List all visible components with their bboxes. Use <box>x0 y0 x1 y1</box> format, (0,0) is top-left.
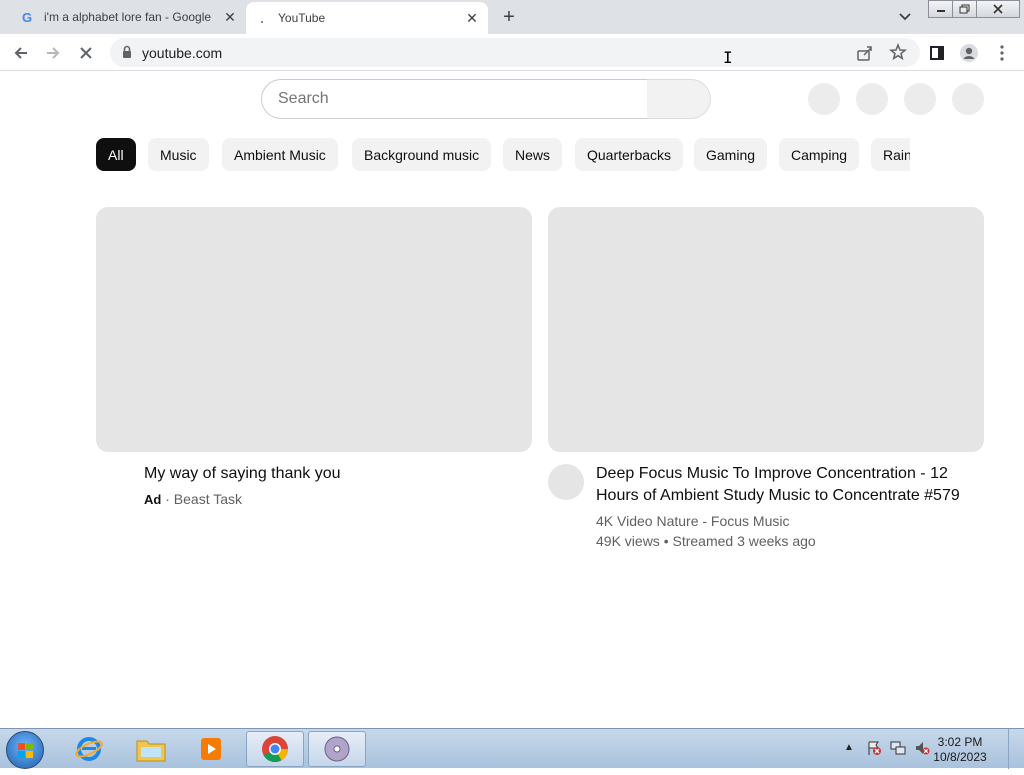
tab-strip: G i'm a alphabet lore fan - Google ✕ You… <box>0 0 1024 34</box>
video-title[interactable]: My way of saying thank you <box>144 463 341 485</box>
side-panel-icon[interactable] <box>924 40 950 66</box>
search-box[interactable] <box>261 79 648 119</box>
show-hidden-icons-icon[interactable]: ▲ <box>844 742 854 753</box>
video-thumbnail[interactable] <box>96 207 532 452</box>
meta-separator: · <box>165 491 170 507</box>
chip-camping[interactable]: Camping <box>779 138 860 171</box>
chip-quarterbacks[interactable]: Quarterbacks <box>575 138 684 171</box>
header-placeholder-icon[interactable] <box>952 83 984 115</box>
chip-gaming[interactable]: Gaming <box>694 138 768 171</box>
more-menu-icon[interactable] <box>989 40 1015 66</box>
network-icon[interactable] <box>890 740 906 761</box>
chip-ambient-music[interactable]: Ambient Music <box>222 138 338 171</box>
chevron-down-icon[interactable] <box>896 8 914 26</box>
media-player-icon[interactable] <box>182 731 240 767</box>
system-clock[interactable]: 3:02 PM 10/8/2023 <box>930 735 990 765</box>
loading-icon <box>254 10 270 26</box>
video-stats: 49K views • Streamed 3 weeks ago <box>596 533 816 549</box>
close-window-button[interactable] <box>976 0 1020 18</box>
channel-name[interactable]: Beast Task <box>174 491 242 507</box>
text-cursor-icon: I <box>723 48 733 67</box>
search-button[interactable] <box>647 79 711 119</box>
header-placeholder-icon[interactable] <box>904 83 936 115</box>
forward-button[interactable] <box>40 40 66 66</box>
chip-music[interactable]: Music <box>148 138 209 171</box>
dvd-player-icon[interactable] <box>308 731 366 767</box>
back-button[interactable] <box>8 40 34 66</box>
tab-title: YouTube <box>278 11 326 25</box>
chip-news[interactable]: News <box>503 138 563 171</box>
tab-youtube[interactable]: YouTube ✕ <box>246 2 488 34</box>
share-icon[interactable] <box>856 44 874 67</box>
ad-badge: Ad <box>144 492 162 507</box>
close-icon[interactable]: ✕ <box>462 8 482 28</box>
video-title-line: Deep Focus Music To Improve Concentratio… <box>596 465 948 482</box>
tab-title: i'm a alphabet lore fan - Google <box>44 10 212 24</box>
chip-all[interactable]: All <box>96 138 136 171</box>
address-text: youtube.com <box>142 45 223 61</box>
video-title-line: Hours of Ambient Study Music to Concentr… <box>596 487 960 504</box>
chrome-icon[interactable] <box>246 731 304 767</box>
video-title[interactable]: Deep Focus Music To Improve Concentratio… <box>596 463 960 507</box>
restore-button[interactable] <box>952 0 978 18</box>
svg-text:G: G <box>22 10 32 24</box>
action-center-icon[interactable] <box>866 740 882 761</box>
internet-explorer-icon[interactable] <box>60 731 118 767</box>
search-input[interactable] <box>278 90 618 108</box>
lock-icon <box>120 45 134 59</box>
new-tab-button[interactable]: + <box>498 6 520 28</box>
channel-avatar[interactable] <box>548 464 584 500</box>
bookmark-star-icon[interactable] <box>889 42 907 66</box>
header-placeholder-icon[interactable] <box>856 83 888 115</box>
channel-name[interactable]: 4K Video Nature - Focus Music <box>596 511 790 531</box>
address-bar[interactable]: youtube.com I <box>110 38 920 67</box>
video-meta: Ad · Beast Task <box>144 489 242 510</box>
show-desktop-button[interactable] <box>1008 729 1024 769</box>
chip-background-music[interactable]: Background music <box>352 138 492 171</box>
minimize-button[interactable] <box>928 0 954 18</box>
google-icon: G <box>20 9 36 25</box>
chip-rain[interactable]: Rain <box>871 138 910 171</box>
filter-chips: All Music Ambient Music Background music… <box>96 138 910 171</box>
file-explorer-icon[interactable] <box>122 731 180 767</box>
clock-time: 3:02 PM <box>937 735 983 749</box>
windows-start-button[interactable] <box>6 731 44 769</box>
stop-loading-button[interactable] <box>73 40 99 66</box>
header-placeholder-icon[interactable] <box>808 83 840 115</box>
close-icon[interactable]: ✕ <box>220 7 240 27</box>
browser-toolbar: youtube.com I <box>0 34 1024 71</box>
taskbar: ▲ 3:02 PM 10/8/2023 <box>0 728 1024 769</box>
tab-google-search[interactable]: G i'm a alphabet lore fan - Google ✕ <box>12 0 246 34</box>
volume-muted-icon[interactable] <box>914 740 930 761</box>
profile-icon[interactable] <box>956 40 982 66</box>
clock-date: 10/8/2023 <box>933 750 987 764</box>
video-thumbnail[interactable] <box>548 207 984 452</box>
